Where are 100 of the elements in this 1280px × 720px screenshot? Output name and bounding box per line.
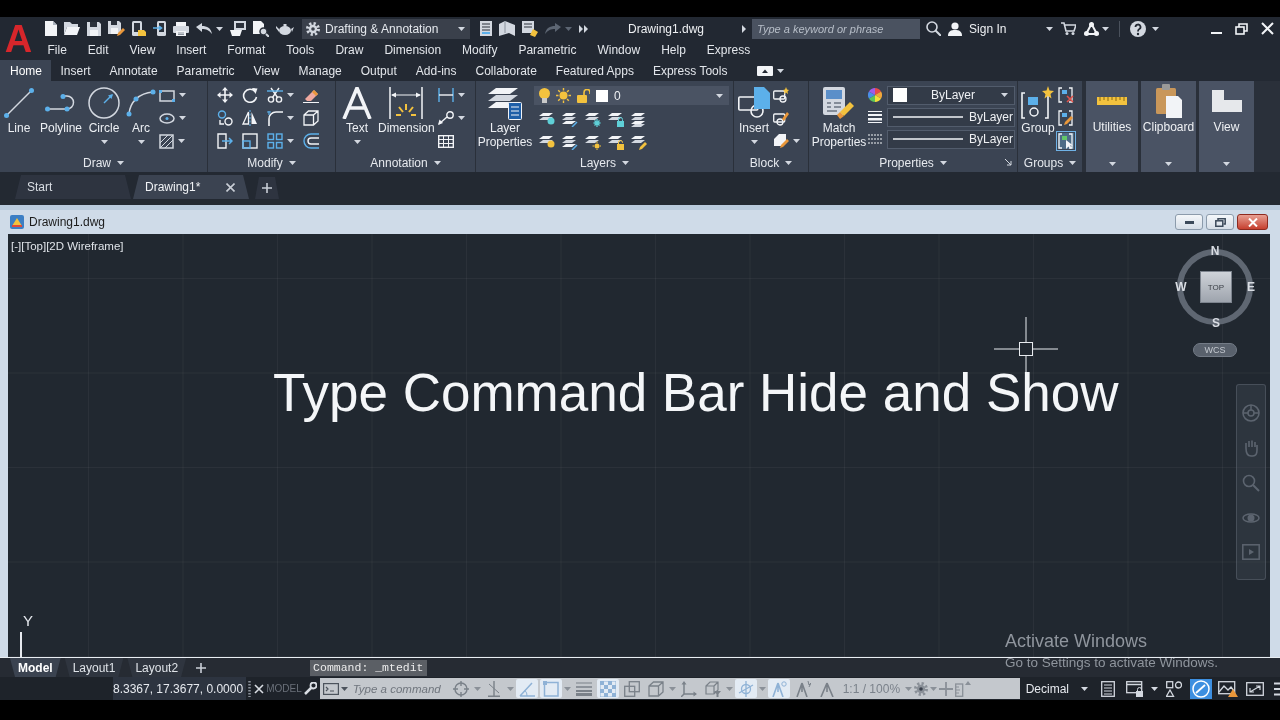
close-icon[interactable] bbox=[254, 683, 265, 694]
linear-dimension-icon[interactable] bbox=[437, 88, 454, 102]
ribbon-tab[interactable]: Add-ins bbox=[406, 60, 466, 81]
mirror-icon[interactable] bbox=[242, 110, 258, 126]
status-toggle[interactable] bbox=[596, 679, 619, 698]
layer-stack-icon[interactable] bbox=[631, 111, 647, 127]
tablet-icon[interactable] bbox=[132, 21, 146, 36]
status-toggle[interactable] bbox=[767, 679, 790, 698]
monitor-sheet-icon[interactable] bbox=[230, 21, 246, 36]
layout-tab[interactable]: Layout1 bbox=[64, 658, 124, 677]
units-dropdown[interactable]: Decimal bbox=[1025, 681, 1093, 696]
layer-arrow-icon[interactable] bbox=[562, 134, 578, 150]
rectangle-icon[interactable] bbox=[159, 88, 176, 102]
panel-title-button[interactable]: Annotation bbox=[370, 155, 441, 170]
color-dropdown[interactable]: ByLayer bbox=[887, 85, 1015, 105]
caret-icon[interactable] bbox=[457, 93, 465, 97]
panel-title-button[interactable]: Modify bbox=[247, 155, 296, 170]
color-wheel-icon[interactable] bbox=[868, 88, 882, 102]
save-icon[interactable] bbox=[87, 21, 101, 36]
menu-item[interactable]: Modify bbox=[451, 40, 508, 60]
teapot-icon[interactable] bbox=[276, 22, 294, 35]
document-search-icon[interactable] bbox=[253, 20, 269, 37]
panel-title-button[interactable]: Properties bbox=[879, 155, 947, 170]
caret-icon[interactable] bbox=[793, 139, 800, 143]
menu-item[interactable]: Draw bbox=[324, 40, 374, 60]
status-tool-button[interactable] bbox=[1217, 678, 1240, 699]
layout-tab[interactable]: Model bbox=[10, 658, 61, 677]
caret-icon[interactable] bbox=[1151, 686, 1159, 691]
offset-arcs-icon[interactable] bbox=[303, 133, 319, 149]
ribbon-tab[interactable]: Collaborate bbox=[466, 60, 547, 81]
ribbon-tab[interactable]: View bbox=[244, 60, 289, 81]
menu-item[interactable]: Tools bbox=[275, 40, 325, 60]
menu-item[interactable]: Dimension bbox=[373, 40, 452, 60]
menu-item[interactable]: File bbox=[37, 40, 78, 60]
wrench-icon[interactable] bbox=[303, 682, 317, 695]
rotate-icon[interactable] bbox=[242, 87, 258, 103]
search-icon[interactable] bbox=[926, 21, 942, 36]
ribbon-button[interactable]: Insert bbox=[735, 81, 773, 153]
layer-lock-icon[interactable] bbox=[608, 111, 624, 127]
leader-icon[interactable] bbox=[437, 111, 454, 125]
ribbon-button[interactable]: Layer Properties bbox=[476, 81, 534, 153]
caret-icon[interactable] bbox=[179, 116, 187, 120]
lineweight-dropdown[interactable]: ByLayer bbox=[887, 107, 1015, 127]
triangle-nodes-icon[interactable] bbox=[1084, 21, 1100, 36]
menu-item[interactable]: Help bbox=[650, 40, 697, 60]
triangle-icon[interactable] bbox=[742, 24, 747, 33]
close-icon[interactable] bbox=[226, 182, 235, 192]
folder-icon[interactable] bbox=[64, 22, 80, 35]
copy-circles-icon[interactable] bbox=[217, 110, 233, 126]
caret-icon[interactable] bbox=[179, 93, 187, 97]
folded-sheet-icon[interactable] bbox=[499, 21, 515, 36]
cart-icon[interactable] bbox=[1061, 22, 1077, 35]
status-toggle[interactable] bbox=[515, 679, 538, 698]
fillet-icon[interactable] bbox=[267, 110, 283, 126]
print-icon[interactable] bbox=[173, 21, 189, 36]
settings-icon[interactable] bbox=[914, 681, 929, 696]
search-field[interactable]: Type a keyword or phrase bbox=[752, 18, 921, 39]
status-toggle[interactable] bbox=[539, 679, 562, 698]
redo-icon[interactable] bbox=[545, 23, 561, 34]
ribbon-button[interactable]: Line bbox=[1, 81, 37, 153]
move-arrows-icon[interactable] bbox=[217, 87, 233, 103]
layer-lock-icon[interactable] bbox=[608, 134, 624, 150]
layer-pencil-icon[interactable] bbox=[631, 134, 647, 150]
restore-icon[interactable] bbox=[1235, 22, 1248, 35]
menu-item[interactable]: Window bbox=[586, 40, 651, 60]
sheet-icon[interactable] bbox=[480, 21, 492, 36]
grid-squares-icon[interactable] bbox=[267, 133, 283, 149]
caret-icon[interactable] bbox=[457, 116, 465, 120]
ribbon-tab[interactable]: Insert bbox=[51, 60, 101, 81]
sign-in-button[interactable]: Sign In bbox=[948, 21, 1007, 36]
caret-icon[interactable] bbox=[178, 139, 186, 143]
caret-icon[interactable] bbox=[1102, 26, 1110, 31]
ribbon-button[interactable]: Group bbox=[1018, 81, 1058, 153]
undo-icon[interactable] bbox=[196, 23, 212, 34]
group-cursor-icon[interactable] bbox=[1058, 133, 1074, 149]
layer-bulb-icon[interactable] bbox=[539, 111, 555, 127]
launcher-arrow-icon[interactable] bbox=[1005, 159, 1012, 166]
dashed-lines-icon[interactable] bbox=[868, 134, 882, 144]
save-as-icon[interactable] bbox=[108, 21, 125, 36]
collapsed-panel-button[interactable]: View bbox=[1199, 81, 1254, 172]
panel-title-button[interactable]: Layers bbox=[580, 155, 629, 170]
ungroup-icon[interactable] bbox=[1058, 87, 1074, 103]
plus-icon[interactable] bbox=[196, 662, 207, 673]
layout-tab[interactable]: Layout2 bbox=[127, 658, 187, 677]
menu-item[interactable]: Format bbox=[216, 40, 276, 60]
ribbon-tab[interactable]: Home bbox=[0, 60, 51, 81]
ribbon-button[interactable]: Match Properties bbox=[810, 81, 868, 153]
panel-toggle-icon[interactable] bbox=[756, 65, 773, 76]
eraser-icon[interactable] bbox=[303, 87, 319, 103]
ribbon-tab[interactable]: Featured Apps bbox=[546, 60, 644, 81]
ribbon-button[interactable]: Polyline bbox=[37, 81, 86, 153]
viewport-label[interactable]: [-][Top][2D Wireframe] bbox=[11, 240, 124, 252]
status-tool-button[interactable] bbox=[1190, 678, 1213, 699]
status-toggle[interactable] bbox=[734, 679, 757, 698]
ribbon-button[interactable]: Dimension bbox=[375, 81, 438, 153]
ribbon-tab[interactable]: Annotate bbox=[100, 60, 168, 81]
hatch-icon[interactable] bbox=[159, 133, 175, 149]
viewcube-face[interactable]: TOP bbox=[1200, 271, 1232, 303]
file-tab[interactable]: Start bbox=[15, 175, 131, 199]
caret-icon[interactable] bbox=[1046, 26, 1054, 31]
